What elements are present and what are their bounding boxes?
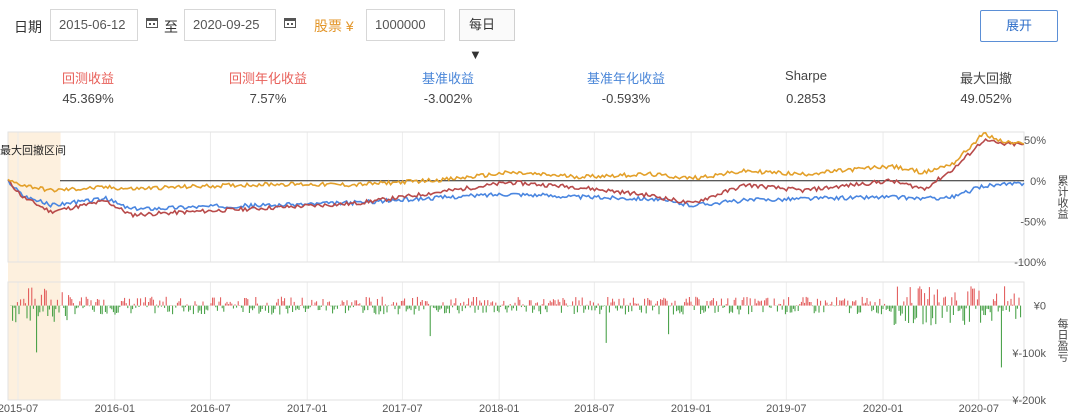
metric-sharpe: Sharpe 0.2853 [736,68,876,106]
y-tick-label: 0% [1030,176,1046,188]
x-tick-label: 2020-01 [863,403,903,415]
expand-button[interactable]: 展开 [980,10,1058,42]
metric-value: -3.002% [423,91,473,106]
daily-pnl-bars [10,286,1022,368]
x-axis-ticks: 2015-07 2016-01 2016-07 2017-01 2017-07 2018-… [0,403,999,415]
y-tick-label: 50% [1024,135,1046,147]
frequency-select[interactable]: 每日▼ [459,9,515,62]
x-tick-label: 2015-07 [0,403,38,415]
x-tick-label: 2017-01 [287,403,327,415]
strategy-line [7,137,1025,219]
metric-backtest-return: 回测收益 45.369% [18,68,158,106]
metric-value: 0.2853 [786,91,826,106]
backtest-chart: 最大回撤区间 50% 0% -50% -100% ¥0 ¥-100k ¥-200k 201… [0,131,1069,415]
cumulative-plot-frame [7,131,1025,263]
y-tick-label: -100% [1014,257,1046,269]
x-tick-label: 2016-07 [190,403,230,415]
pnl-y-ticks: ¥0 ¥-100k ¥-200k [1011,301,1046,407]
metric-label: Sharpe [785,68,827,83]
x-tick-label: 2019-07 [766,403,806,415]
x-tick-label: 2019-01 [671,403,711,415]
pnl-axis-label: 每日盈亏 [1056,317,1069,363]
drawdown-period-band [8,132,61,400]
metric-benchmark-return: 基准收益 -3.002% [378,68,518,106]
calendar-icon[interactable] [284,17,296,28]
y-tick-label: ¥-100k [1011,348,1046,360]
start-date-input[interactable]: 2015-06-12 [50,9,138,41]
chart-gridlines [17,132,980,400]
metric-value: 49.052% [960,91,1012,106]
x-tick-label: 2018-01 [479,403,519,415]
to-label: 至 [164,19,178,35]
y-tick-label: ¥-200k [1011,395,1046,407]
metric-value: 7.57% [249,91,287,106]
metric-label: 基准年化收益 [586,71,665,86]
metric-label: 基准收益 [421,71,474,86]
date-label: 日期 [14,19,42,35]
calendar-icon[interactable] [146,17,158,28]
end-date-input[interactable]: 2020-09-25 [184,9,276,41]
x-tick-label: 2017-07 [382,403,422,415]
x-tick-label: 2018-07 [574,403,614,415]
toolbar: 日期 2015-06-12 至 2020-09-25 股票 ¥ 1000000 … [0,0,1076,62]
excess-line [7,179,1025,212]
metric-benchmark-annual: 基准年化收益 -0.593% [556,68,696,106]
y-tick-label: -50% [1020,216,1046,228]
x-tick-label: 2016-01 [95,403,135,415]
daily-pnl-plot-frame [7,281,1025,401]
metric-value: -0.593% [601,91,651,106]
benchmark-line [7,131,1025,193]
metric-value: 45.369% [62,91,114,106]
cumulative-y-ticks: 50% 0% -50% -100% [1014,135,1046,269]
metric-max-drawdown: 最大回撤 49.052% [916,68,1056,106]
metric-label: 回测年化收益 [228,71,307,86]
x-tick-label: 2020-07 [959,403,999,415]
metric-label: 最大回撤 [959,71,1012,86]
y-tick-label: ¥0 [1033,301,1046,313]
metric-label: 回测收益 [61,71,114,86]
metric-annual-return: 回测年化收益 7.57% [198,68,338,106]
stock-label: 股票 ¥ [314,18,354,34]
cumulative-axis-label: 累计收益 [1056,175,1069,219]
drawdown-annotation: 最大回撤区间 [0,143,66,157]
capital-input[interactable]: 1000000 [366,9,445,41]
